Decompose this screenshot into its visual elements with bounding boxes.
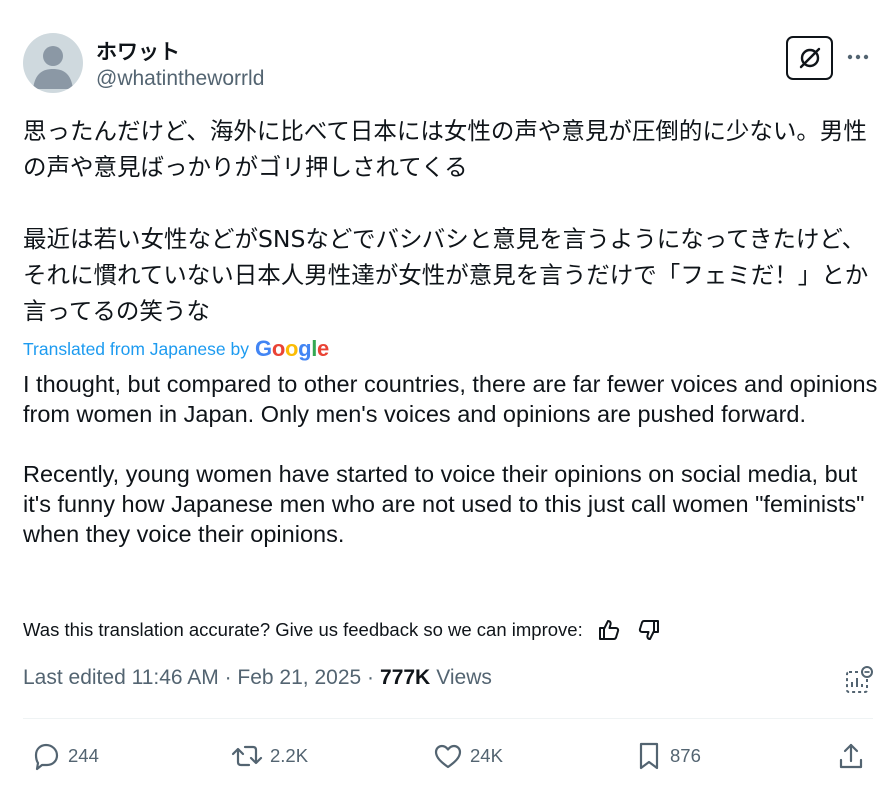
- thumbs-up-icon: [598, 620, 619, 640]
- analytics-button[interactable]: [843, 664, 875, 696]
- share-button[interactable]: [836, 740, 872, 772]
- share-icon: [839, 743, 863, 769]
- translation-feedback: Was this translation accurate? Give us f…: [23, 616, 663, 644]
- more-options-button[interactable]: [843, 42, 873, 72]
- translated-label: Translated from Japanese by: [23, 338, 249, 359]
- bookmark-icon: [639, 742, 659, 770]
- google-logo: Google: [255, 336, 329, 361]
- divider: [23, 718, 873, 719]
- post-meta: Last edited 11:46 AM · Feb 21, 2025 · 77…: [23, 666, 492, 690]
- avatar[interactable]: [23, 33, 83, 93]
- thumbs-up-button[interactable]: [595, 616, 623, 644]
- reply-icon: [34, 743, 59, 771]
- bookmark-count: 876: [670, 745, 701, 766]
- repost-button[interactable]: 2.2K: [230, 740, 308, 772]
- bookmark-button[interactable]: 876: [634, 740, 701, 772]
- repost-count: 2.2K: [270, 745, 309, 766]
- views-count: 777K: [380, 666, 431, 689]
- post-text-translated: I thought, but compared to other countri…: [23, 371, 878, 547]
- translation-attribution[interactable]: Translated from Japanese by Google: [23, 336, 329, 362]
- reply-count: 244: [68, 745, 99, 766]
- default-avatar-icon: [33, 46, 73, 89]
- grok-icon: [799, 47, 820, 69]
- grok-button[interactable]: [786, 36, 833, 80]
- more-icon: [847, 54, 869, 60]
- feedback-prompt: Was this translation accurate? Give us f…: [23, 619, 583, 640]
- post-text-original: 思ったんだけど、海外に比べて日本には女性の声や意見が圧倒的に少ない。男性の声や意…: [23, 117, 869, 325]
- like-button[interactable]: 24K: [432, 740, 503, 772]
- author-display-name[interactable]: ホワット: [96, 36, 180, 66]
- thumbs-down-icon: [638, 620, 659, 640]
- like-icon: [434, 744, 462, 769]
- reply-button[interactable]: 244: [30, 740, 99, 772]
- thumbs-down-button[interactable]: [635, 616, 663, 644]
- views-label: Views: [436, 666, 492, 689]
- like-count: 24K: [470, 745, 503, 766]
- author-handle[interactable]: @whatintheworrld: [96, 67, 264, 91]
- repost-icon: [231, 745, 263, 767]
- analytics-icon: [846, 666, 873, 693]
- edited-timestamp[interactable]: Last edited 11:46 AM · Feb 21, 2025 ·: [23, 666, 374, 690]
